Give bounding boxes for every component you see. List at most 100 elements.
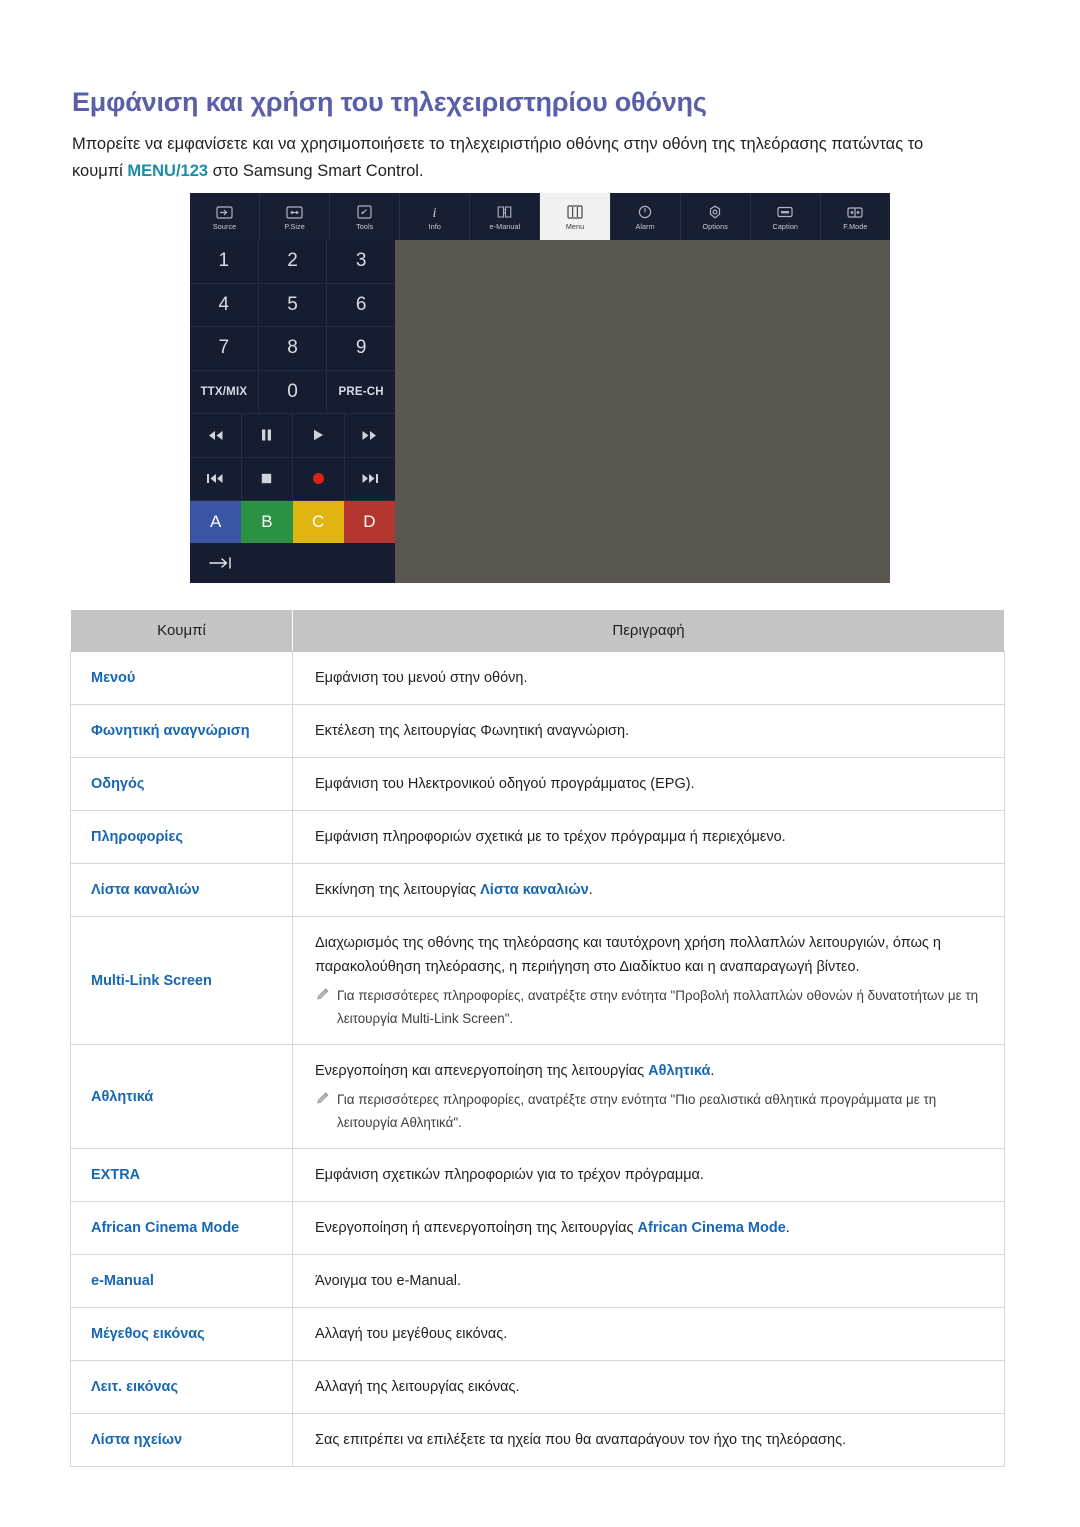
menu-icon <box>567 203 583 222</box>
toolbar-label: Info <box>428 221 442 231</box>
toolbar-item-options[interactable]: Options <box>680 193 751 240</box>
button-name: Λίστα καναλιών <box>70 863 293 917</box>
color-button-b[interactable]: B <box>241 501 293 543</box>
key-4[interactable]: 4 <box>190 283 259 327</box>
manual-page: Εμφάνιση και χρήση του τηλεχειριστηρίου … <box>0 0 1080 1527</box>
menu-123-accent: MENU/123 <box>127 161 209 180</box>
toolbar-item-source[interactable]: Source <box>190 193 261 240</box>
record-icon <box>312 473 324 485</box>
play-button[interactable] <box>293 414 345 458</box>
rewind-button[interactable] <box>190 414 242 458</box>
key-pre-ch[interactable]: PRE-CH <box>327 371 396 414</box>
keypad-row: 1 2 3 <box>190 240 396 284</box>
table-row: EXTRA Εμφάνιση σχετικών πληροφοριών για … <box>70 1148 1005 1202</box>
note-text: Για περισσότερες πληροφορίες, ανατρέξτε … <box>315 1088 988 1134</box>
toolbar-label: Alarm <box>635 221 655 231</box>
next-button[interactable] <box>344 458 395 501</box>
remote-preview-area <box>395 240 890 583</box>
stop-button[interactable] <box>241 457 293 501</box>
button-name: Multi-Link Screen <box>70 916 293 1045</box>
toolbar-item-info[interactable]: i Info <box>400 193 471 240</box>
button-name: African Cinema Mode <box>70 1201 293 1255</box>
key-1[interactable]: 1 <box>190 240 259 284</box>
button-description: Εμφάνιση σχετικών πληροφοριών για το τρέ… <box>292 1148 1005 1202</box>
toolbar-item-psize[interactable]: P.Size <box>260 193 331 240</box>
desc-text: Αλλαγή του μεγέθους εικόνας. <box>315 1326 508 1342</box>
desc-text-after: . <box>710 1063 715 1079</box>
intro-paragraph: Μπορείτε να εμφανίσετε και να χρησιμοποι… <box>72 131 962 185</box>
button-name: Μέγεθος εικόνας <box>70 1307 293 1361</box>
remote-body: 1 2 3 4 5 6 7 8 9 TTX/MIX 0 PRE-CH A B C… <box>190 240 890 583</box>
button-name: EXTRA <box>70 1148 293 1202</box>
desc-text: Εμφάνιση πληροφοριών σχετικά με το τρέχο… <box>315 829 786 845</box>
desc-text: Σας επιτρέπει να επιλέξετε τα ηχεία που … <box>315 1432 847 1448</box>
key-7[interactable]: 7 <box>190 327 259 371</box>
svg-text:?: ? <box>503 209 507 216</box>
desc-link[interactable]: African Cinema Mode <box>638 1220 786 1236</box>
desc-link[interactable]: Λίστα καναλιών <box>480 882 589 898</box>
button-description: Εκτέλεση της λειτουργίας Φωνητική αναγνώ… <box>292 704 1005 758</box>
toolbar-label: F.Mode <box>843 221 868 231</box>
toolbar-item-alarm[interactable]: Alarm <box>610 193 681 240</box>
keypad-row: TTX/MIX 0 PRE-CH <box>190 370 396 414</box>
button-description: Εκκίνηση της λειτουργίας Λίστα καναλιών. <box>292 863 1005 917</box>
e-manual-icon: ? <box>497 203 512 222</box>
table-row: Πληροφορίες Εμφάνιση πληροφοριών σχετικά… <box>70 810 1005 864</box>
toolbar-item-tools[interactable]: Tools <box>330 193 401 240</box>
key-0[interactable]: 0 <box>258 370 328 414</box>
picture-size-icon <box>286 203 303 222</box>
fast-forward-button[interactable] <box>344 414 395 458</box>
button-description: Εμφάνιση του μενού στην οθόνη. <box>292 651 1005 705</box>
remote-toolbar: Source P.Size Tools i Info ? e-Manual Me… <box>190 193 890 240</box>
remote-keypad-panel: 1 2 3 4 5 6 7 8 9 TTX/MIX 0 PRE-CH A B C… <box>190 240 396 583</box>
table-row: African Cinema Mode Ενεργοποίηση ή απενε… <box>70 1201 1005 1255</box>
desc-text: Εμφάνιση σχετικών πληροφοριών για το τρέ… <box>315 1167 704 1183</box>
color-button-d[interactable]: D <box>343 501 395 543</box>
fast-forward-icon <box>362 430 377 440</box>
toolbar-item-fmode[interactable]: F.Mode <box>820 193 890 240</box>
key-2[interactable]: 2 <box>258 240 328 284</box>
f-mode-icon <box>847 203 863 222</box>
button-description: Διαχωρισμός της οθόνης της τηλεόρασης κα… <box>292 916 1005 1045</box>
page-title: Εμφάνιση και χρήση του τηλεχειριστηρίου … <box>72 87 707 118</box>
color-button-a[interactable]: A <box>190 501 242 543</box>
color-button-c[interactable]: C <box>292 501 344 543</box>
column-header-description: Περιγραφή <box>292 609 1005 652</box>
button-name: Πληροφορίες <box>70 810 293 864</box>
toolbar-label: P.Size <box>284 221 305 231</box>
pause-button[interactable] <box>241 414 293 458</box>
toolbar-label: Caption <box>772 221 799 231</box>
key-ttx-mix[interactable]: TTX/MIX <box>190 370 259 414</box>
key-8[interactable]: 8 <box>258 327 328 371</box>
keypad-row: 4 5 6 <box>190 283 396 327</box>
table-row: Λίστα ηχείων Σας επιτρέπει να επιλέξετε … <box>70 1413 1005 1467</box>
desc-text: Εμφάνιση του Ηλεκτρονικού οδηγού προγράμ… <box>315 776 695 792</box>
pencil-note-icon <box>315 987 330 1002</box>
color-buttons-row: A B C D <box>190 501 395 543</box>
pause-icon <box>262 429 272 441</box>
previous-button[interactable] <box>190 457 242 501</box>
caption-icon <box>777 203 793 222</box>
table-row: Μενού Εμφάνιση του μενού στην οθόνη. <box>70 651 1005 705</box>
desc-text: Εμφάνιση του μενού στην οθόνη. <box>315 670 528 686</box>
key-5[interactable]: 5 <box>258 283 328 327</box>
toolbar-item-menu[interactable]: Menu <box>540 193 611 240</box>
toolbar-item-emanual[interactable]: ? e-Manual <box>470 193 541 240</box>
record-button[interactable] <box>293 457 345 501</box>
note-body: Για περισσότερες πληροφορίες, ανατρέξτε … <box>337 988 979 1026</box>
table-row: Οδηγός Εμφάνιση του Ηλεκτρονικού οδηγού … <box>70 757 1005 811</box>
desc-link[interactable]: Αθλητικά <box>648 1063 710 1079</box>
next-icon <box>362 474 378 484</box>
toolbar-item-caption[interactable]: Caption <box>750 193 821 240</box>
pencil-note-icon <box>315 1091 330 1106</box>
desc-text: Εκκίνηση της λειτουργίας <box>315 882 481 898</box>
exit-button[interactable] <box>190 543 395 583</box>
table-row: Μέγεθος εικόνας Αλλαγή του μεγέθους εικό… <box>70 1307 1005 1361</box>
key-9[interactable]: 9 <box>327 327 396 371</box>
note-body: Για περισσότερες πληροφορίες, ανατρέξτε … <box>337 1092 937 1130</box>
key-6[interactable]: 6 <box>327 284 396 327</box>
media-controls-row-2 <box>190 457 395 501</box>
button-description: Ενεργοποίηση και απενεργοποίηση της λειτ… <box>292 1044 1005 1149</box>
rewind-icon <box>208 430 223 440</box>
key-3[interactable]: 3 <box>327 240 396 284</box>
